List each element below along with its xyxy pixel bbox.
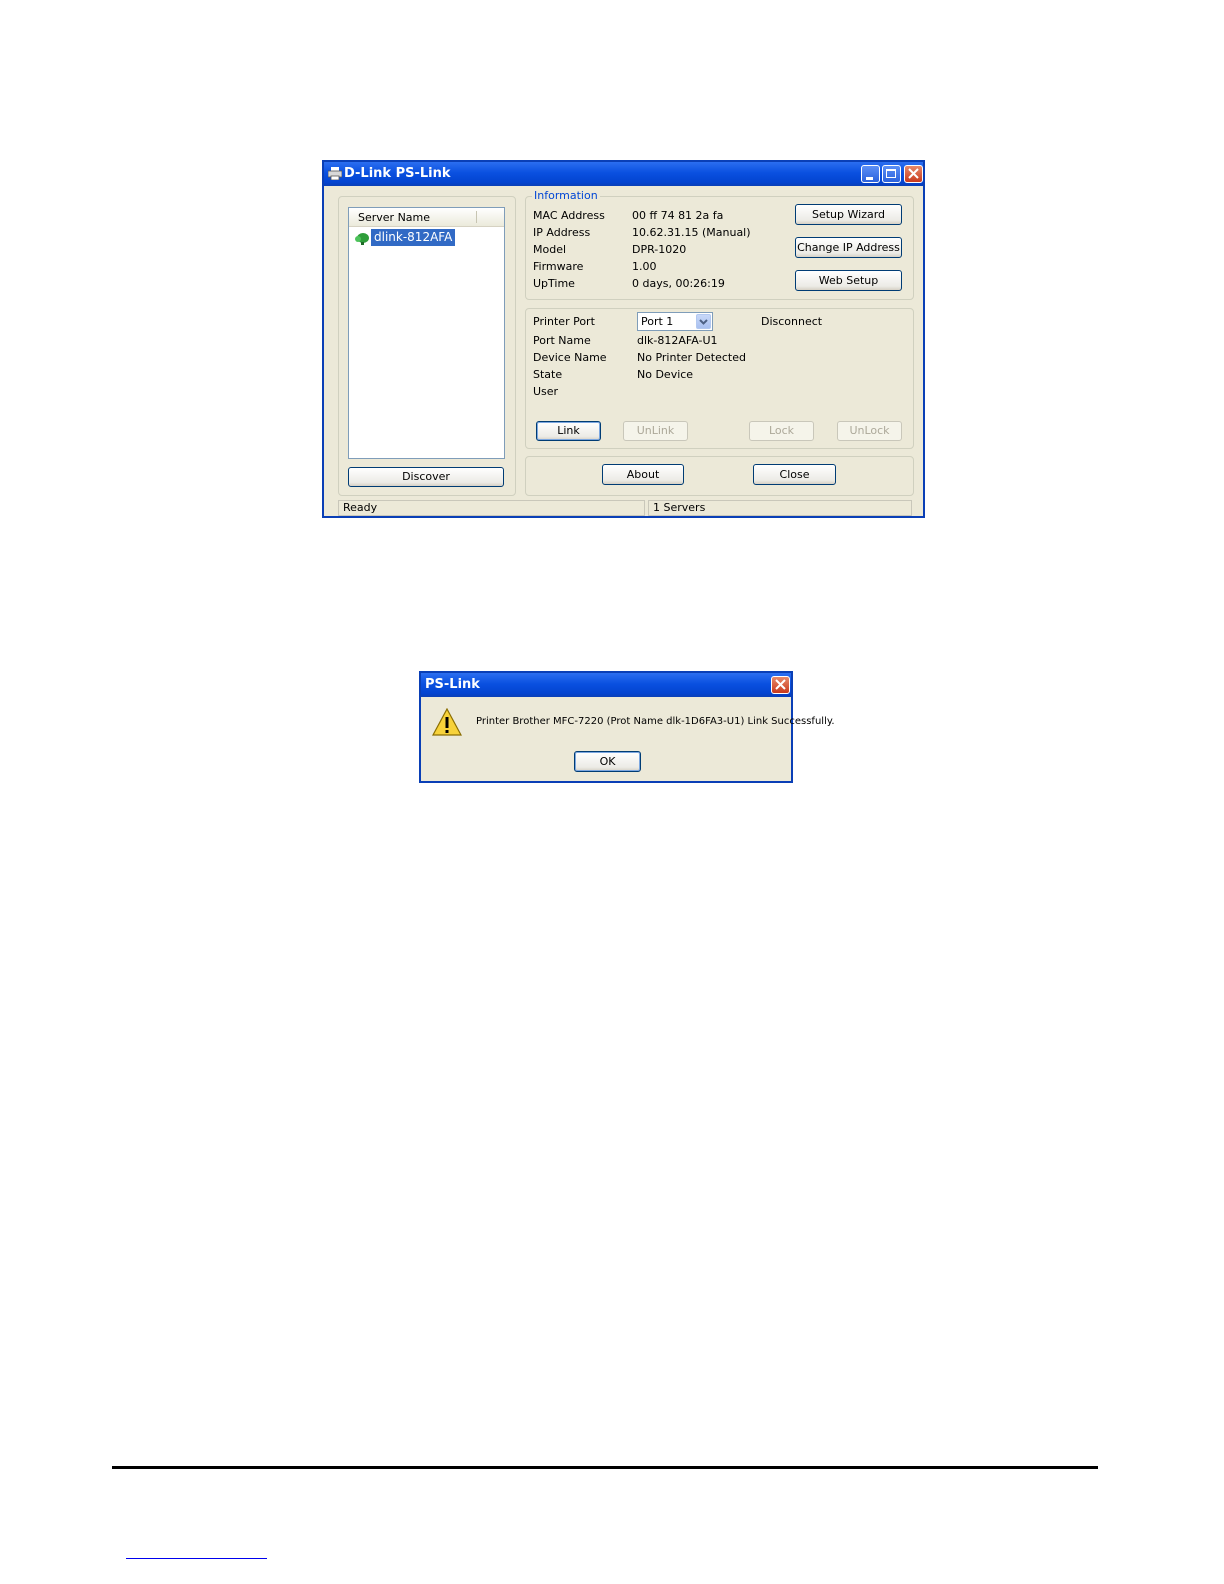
dialog-close-button[interactable] — [771, 676, 790, 694]
column-separator[interactable] — [476, 211, 477, 223]
dialog-title-bar[interactable]: PS-Link — [421, 673, 791, 697]
user-label: User — [533, 385, 559, 398]
printer-port-select-value: Port 1 — [641, 315, 674, 328]
minimize-button[interactable] — [861, 165, 880, 183]
server-item-label: dlink-812AFA — [371, 229, 456, 246]
server-status-icon — [355, 233, 369, 245]
minimize-icon — [866, 177, 873, 180]
ps-link-dialog: PS-Link Printer Brother MFC-7220 (Prot N… — [419, 671, 835, 783]
change-ip-address-button[interactable]: Change IP Address — [795, 237, 902, 258]
main-title-bar[interactable]: D-Link PS-Link — [324, 162, 923, 186]
web-setup-button[interactable]: Web Setup — [795, 270, 902, 291]
mac-address-value: 00 ff 74 81 2a fa — [632, 209, 724, 222]
setup-wizard-button[interactable]: Setup Wizard — [795, 204, 902, 225]
mac-address-label: MAC Address — [533, 209, 605, 222]
port-name-label: Port Name — [533, 334, 591, 347]
close-icon — [908, 168, 919, 179]
maximize-icon — [886, 169, 896, 178]
about-button[interactable]: About — [602, 464, 684, 485]
port-name-value: dlk-812AFA-U1 — [637, 334, 718, 347]
dialog-message: Printer Brother MFC-7220 (Prot Name dlk-… — [476, 716, 835, 727]
chevron-down-icon — [699, 319, 708, 325]
uptime-value: 0 days, 00:26:19 — [632, 277, 725, 290]
printer-port-label: Printer Port — [533, 315, 595, 328]
device-name-value: No Printer Detected — [637, 351, 746, 364]
information-group-title: Information — [532, 189, 600, 202]
lock-button[interactable]: Lock — [749, 421, 814, 441]
unlink-button[interactable]: UnLink — [623, 421, 688, 441]
dropdown-arrow[interactable] — [696, 314, 711, 329]
dialog-title: PS-Link — [425, 677, 480, 692]
firmware-value: 1.00 — [632, 260, 657, 273]
close-button[interactable]: Close — [753, 464, 836, 485]
connection-status: Disconnect — [761, 315, 823, 328]
ps-link-main-window: D-Link PS-Link Server Name dlink-812AFA — [322, 160, 925, 518]
status-bar-left: Ready — [338, 500, 645, 516]
server-list[interactable]: Server Name dlink-812AFA — [348, 207, 505, 459]
server-name-column-header[interactable]: Server Name — [358, 211, 430, 224]
firmware-label: Firmware — [533, 260, 584, 273]
ip-address-value: 10.62.31.15 (Manual) — [632, 226, 751, 239]
state-label: State — [533, 368, 563, 381]
device-name-label: Device Name — [533, 351, 607, 364]
printer-icon — [328, 167, 342, 180]
close-window-button[interactable] — [904, 165, 923, 183]
status-bar-right: 1 Servers — [648, 500, 912, 516]
state-value: No Device — [637, 368, 694, 381]
unlock-button[interactable]: UnLock — [837, 421, 902, 441]
ip-address-label: IP Address — [533, 226, 591, 239]
uptime-label: UpTime — [533, 277, 575, 290]
link-button[interactable]: Link — [536, 421, 601, 441]
maximize-button[interactable] — [882, 165, 901, 183]
model-value: DPR-1020 — [632, 243, 687, 256]
ok-button[interactable]: OK — [574, 751, 641, 772]
discover-button[interactable]: Discover — [348, 467, 504, 487]
footer-link-underline[interactable] — [126, 1558, 267, 1559]
server-list-item[interactable]: dlink-812AFA — [354, 229, 456, 246]
model-label: Model — [533, 243, 567, 256]
main-window-title: D-Link PS-Link — [344, 166, 451, 181]
printer-port-select[interactable]: Port 1 — [637, 312, 713, 331]
action-buttons-group — [525, 456, 914, 496]
close-icon — [775, 679, 786, 690]
warning-icon — [432, 708, 462, 736]
server-list-header[interactable]: Server Name — [349, 208, 504, 227]
footer-rule — [112, 1466, 1098, 1469]
